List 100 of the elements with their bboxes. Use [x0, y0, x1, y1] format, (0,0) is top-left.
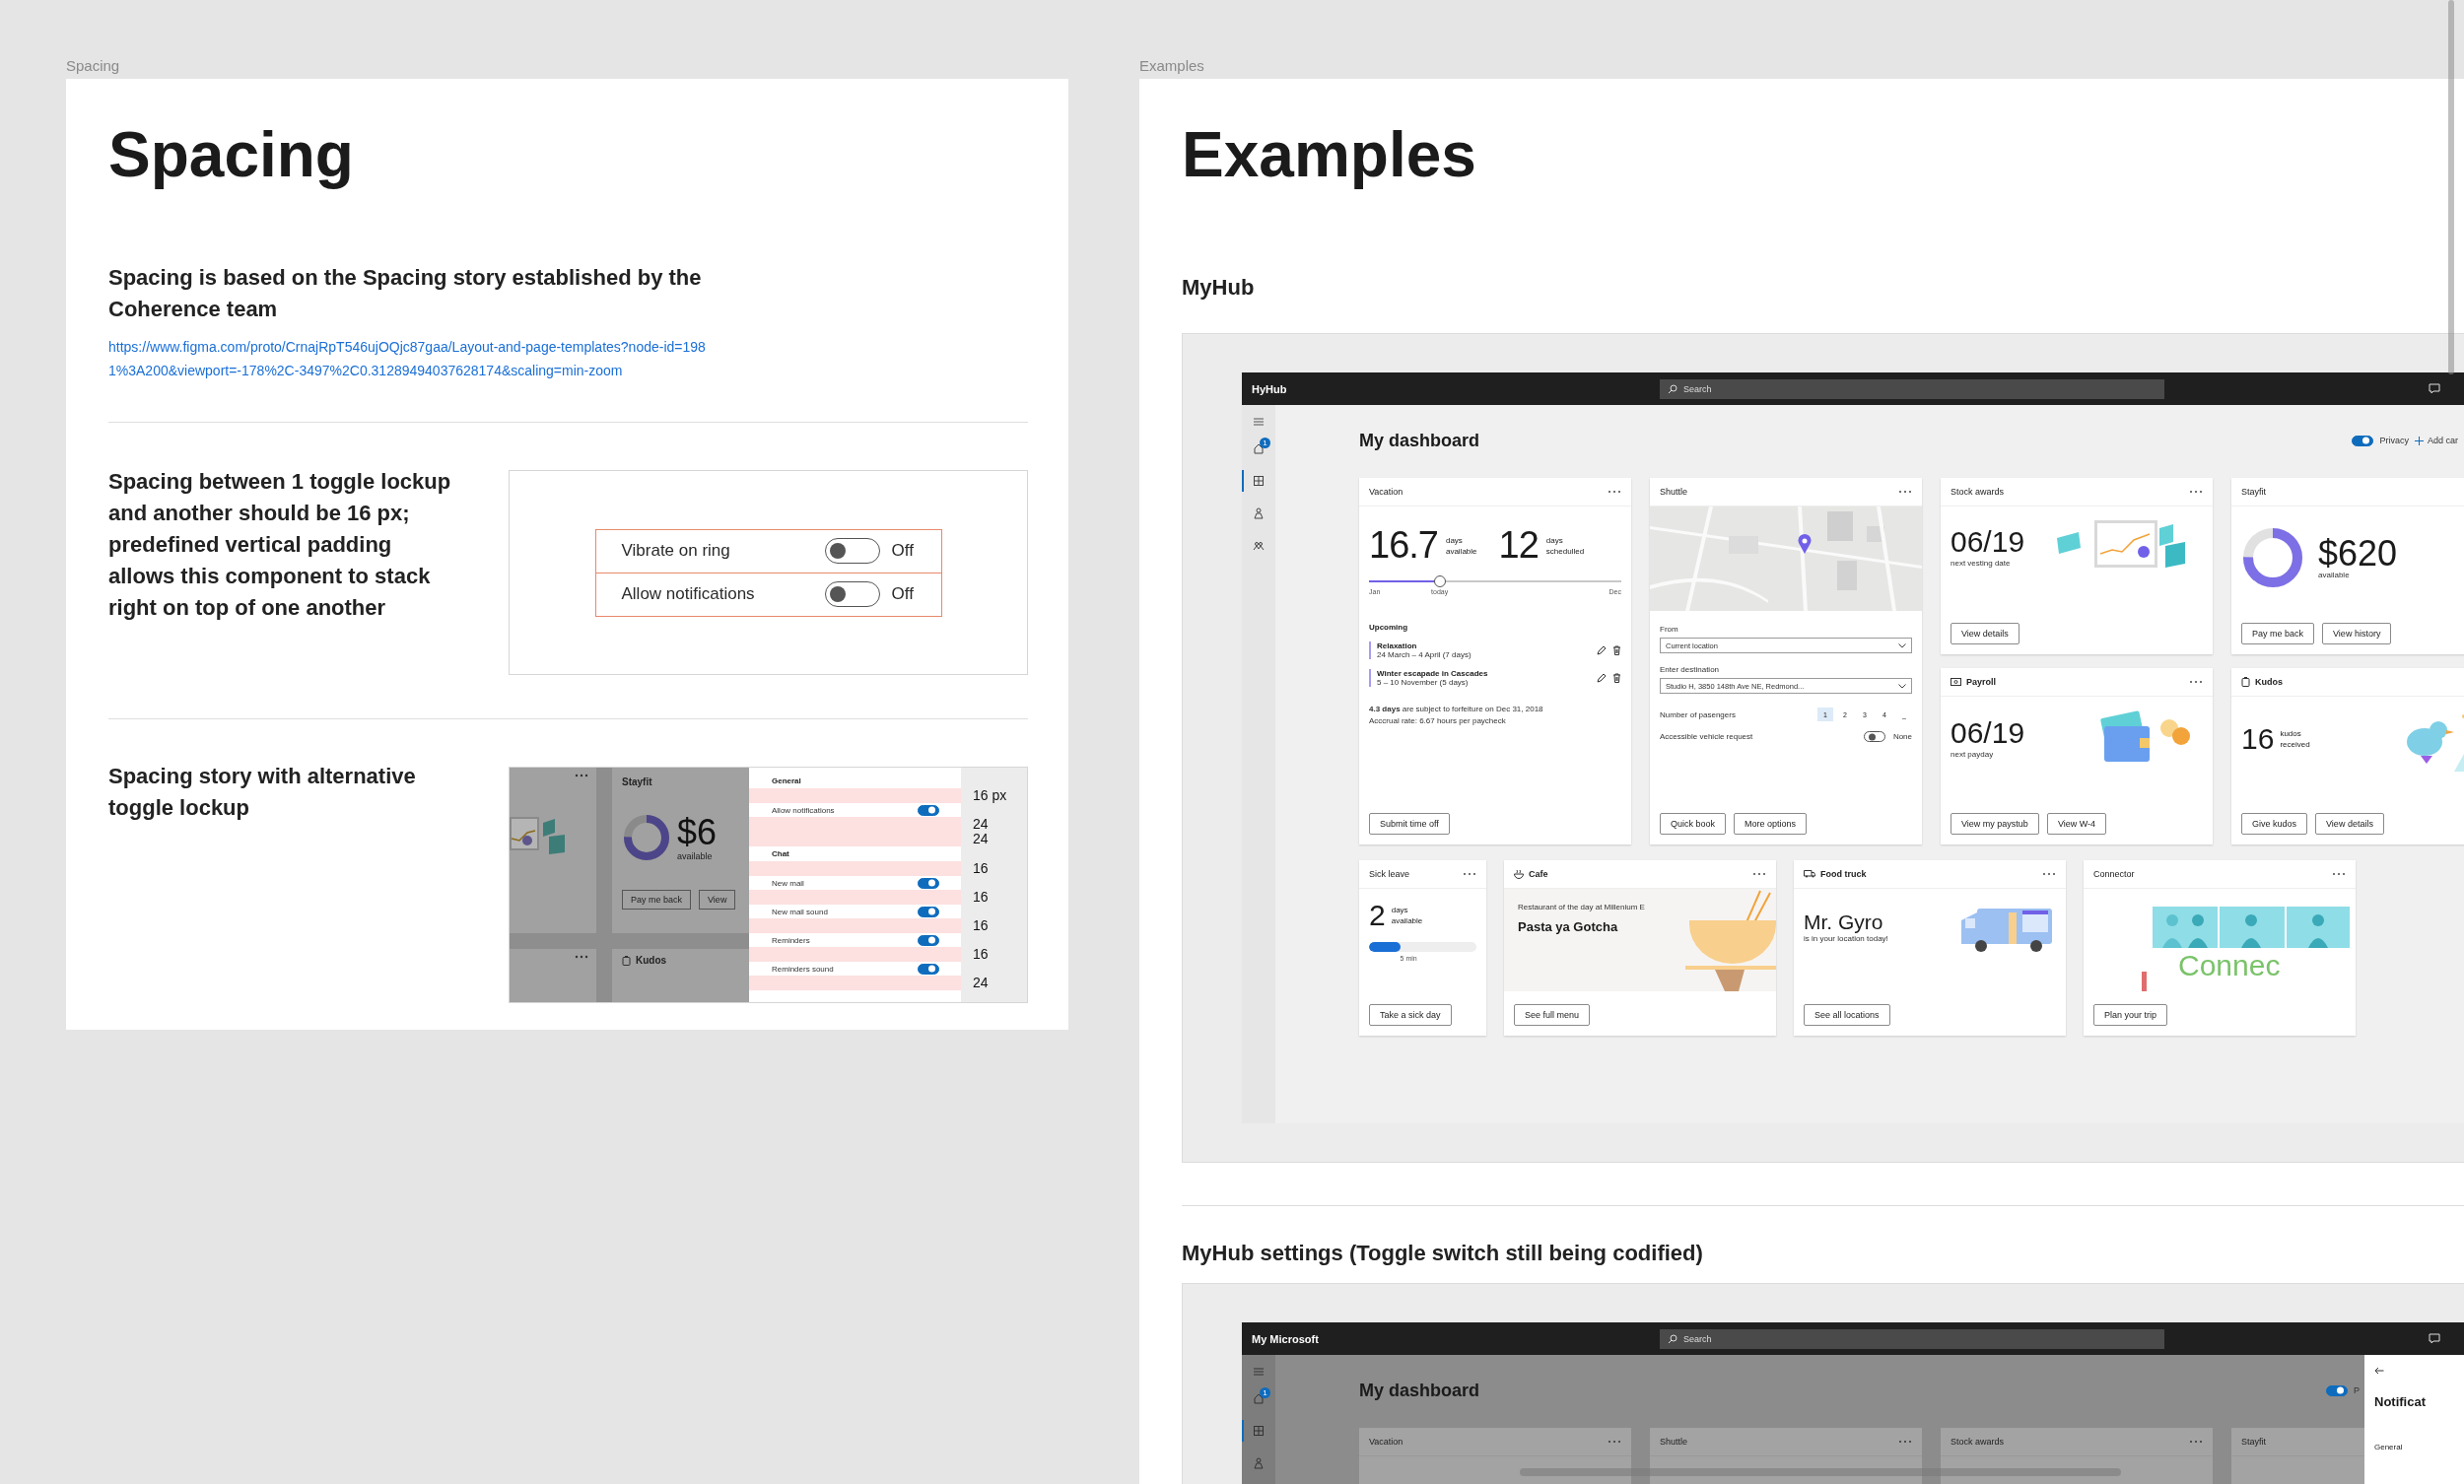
toggle-switch[interactable] — [918, 934, 939, 946]
more-icon[interactable] — [2189, 490, 2203, 494]
trip-title: Relaxation — [1377, 641, 1418, 650]
more-icon[interactable] — [1463, 872, 1476, 876]
toggle-label: New mail sound — [772, 907, 828, 916]
toggle-switch[interactable] — [918, 906, 939, 917]
more-icon[interactable] — [2189, 680, 2203, 684]
app-name: HyHub — [1252, 382, 1288, 395]
page-title: Spacing — [108, 118, 355, 191]
nav-item[interactable]: 1 — [1242, 438, 1275, 459]
search-field[interactable]: Search — [1660, 1328, 2164, 1349]
card-button[interactable]: Give kudos — [2241, 813, 2308, 835]
toggle-switch[interactable] — [918, 877, 939, 889]
submit-button[interactable]: Submit time off — [1369, 813, 1450, 835]
toggle-label: Reminders sound — [772, 964, 834, 974]
delete-icon[interactable] — [1612, 645, 1621, 655]
card-title: Shuttle — [1660, 487, 1688, 497]
toggle-switch[interactable] — [918, 804, 939, 816]
toggle-switch[interactable] — [824, 581, 880, 607]
more-icon[interactable] — [2189, 1440, 2203, 1444]
back-arrow-icon[interactable] — [2374, 1367, 2384, 1375]
toggle-label: Allow notifications — [772, 805, 835, 815]
trip-dates: 5 – 10 November (5 days) — [1377, 678, 1470, 687]
field-label: Number of pasengers — [1660, 709, 1736, 719]
delete-icon[interactable] — [1612, 673, 1621, 683]
card-title: Food truck — [1820, 869, 1867, 879]
card-button[interactable]: Quick book — [1660, 813, 1727, 835]
more-icon[interactable] — [1898, 1440, 1912, 1444]
card-button[interactable]: View history — [2322, 623, 2392, 644]
scrollbar[interactable] — [2448, 0, 2454, 374]
privacy-toggle[interactable] — [2352, 435, 2374, 446]
page-title: Examples — [1182, 118, 1477, 191]
card-button[interactable]: Plan your trip — [2093, 1004, 2168, 1026]
card-title: Shuttle — [1660, 1437, 1688, 1447]
home-icon — [1253, 442, 1265, 454]
toggle-switch[interactable] — [1863, 731, 1885, 742]
person-icon — [1253, 507, 1265, 519]
chat-icon[interactable] — [2429, 383, 2440, 394]
group-heading: General — [2374, 1443, 2404, 1451]
more-icon[interactable] — [2332, 872, 2346, 876]
card-button[interactable]: See full menu — [1514, 1004, 1591, 1026]
date-value: 06/19 — [1951, 715, 2025, 750]
toggle-switch[interactable] — [918, 963, 939, 975]
kudos-value: 16 — [2241, 722, 2275, 756]
more-icon[interactable] — [1898, 490, 1912, 494]
card-button[interactable]: Pay me back — [622, 890, 692, 910]
banner-text: Connec — [2178, 948, 2281, 983]
card-title: Stayfit — [622, 776, 652, 787]
toggle-label: Vibrate on ring — [621, 541, 731, 561]
search-icon — [1668, 1333, 1677, 1344]
group-heading: Chat — [772, 849, 789, 858]
more-icon[interactable] — [1752, 872, 1766, 876]
list-heading: Upcoming — [1369, 623, 1409, 632]
money-icon — [1951, 678, 1961, 686]
card-button[interactable]: More options — [1734, 813, 1808, 835]
bowl-icon — [1514, 869, 1524, 879]
more-icon[interactable] — [1608, 490, 1621, 494]
toggle-label: New mail — [772, 878, 804, 888]
add-card-link[interactable]: Add car — [2427, 436, 2458, 445]
section-heading: Spacing between 1 toggle lockup and another should be 16 px; predefined vertical padding allows this component to stack right on top of one another — [108, 468, 452, 622]
nav-item[interactable]: 1 — [1242, 1387, 1275, 1409]
card-button[interactable]: View — [699, 890, 736, 910]
scrollbar[interactable] — [1520, 1468, 2121, 1476]
more-icon[interactable] — [1608, 1440, 1621, 1444]
home-icon — [1253, 1392, 1265, 1404]
slider-handle[interactable] — [1433, 575, 1446, 587]
card-title: Vacation — [1369, 487, 1403, 497]
chat-icon[interactable] — [2429, 1333, 2440, 1344]
spacing-value: 16 px — [973, 788, 1008, 803]
card-button[interactable]: View details — [2315, 813, 2384, 835]
restaurant-name: Pasta ya Gotcha — [1518, 919, 1619, 934]
search-field[interactable]: Search — [1660, 378, 2164, 399]
value-caption: available — [2318, 570, 2351, 579]
bar-mark — [2142, 972, 2147, 991]
toggle-label: Reminders — [772, 935, 810, 945]
days-caption: days schedulled — [1545, 534, 1585, 557]
card-button[interactable]: View my paystub — [1951, 813, 2039, 835]
field-label: Accessible vehicle request — [1660, 732, 1753, 741]
spacing-value: 16 — [973, 861, 990, 876]
days-caption: days available — [1445, 534, 1477, 557]
grid-icon — [1253, 475, 1265, 487]
card-title: Connector — [2093, 869, 2135, 879]
card-button[interactable]: Take a sick day — [1369, 1004, 1452, 1026]
edit-icon[interactable] — [1597, 645, 1607, 655]
figma-link[interactable]: https://www.figma.com/proto/CrnajRpT546ujOQjc87gaa/Layout-and-page-templates?node-id=1981%3A200&viewport=-178%2C-3497%2C0.31289494037628174&scaling=min-zoom — [108, 335, 719, 382]
edit-icon[interactable] — [1597, 673, 1607, 683]
toggle-switch[interactable] — [824, 538, 880, 564]
card-button[interactable]: View W-4 — [2046, 813, 2107, 835]
plus-icon[interactable] — [2414, 436, 2424, 445]
card-button[interactable]: Pay me back — [2241, 623, 2315, 644]
toggle-label: Privacy — [2379, 436, 2409, 445]
privacy-toggle[interactable] — [2326, 1384, 2348, 1396]
card-button[interactable]: View details — [1951, 623, 2019, 644]
grid-icon — [1253, 1425, 1265, 1437]
map-pin-icon — [1798, 534, 1812, 554]
toggle-label: P — [2354, 1385, 2360, 1395]
toggle-label: Allow notifications — [621, 584, 756, 604]
more-icon[interactable] — [2042, 872, 2056, 876]
card-button[interactable]: See all locations — [1804, 1004, 1890, 1026]
field-label: Enter destination — [1660, 665, 1721, 674]
